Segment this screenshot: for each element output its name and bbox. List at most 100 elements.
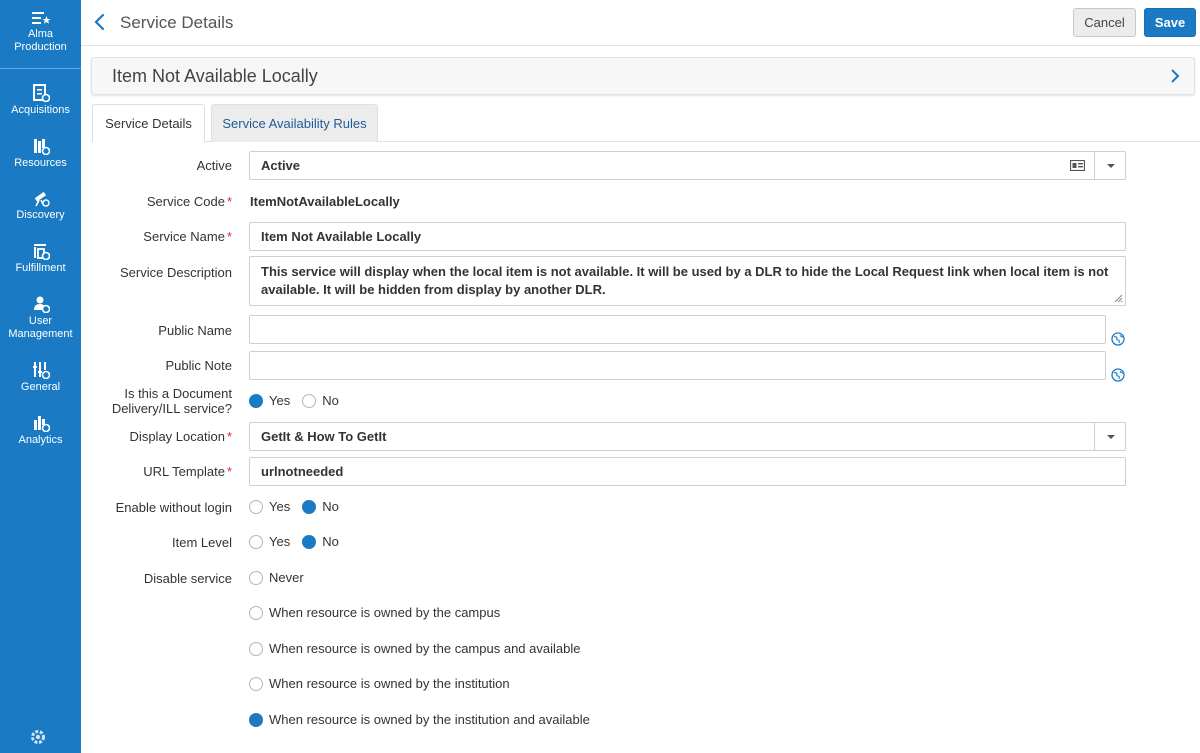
caret-down-icon[interactable]: [1107, 435, 1115, 439]
caret-down-icon[interactable]: [1107, 164, 1115, 168]
service-name-label: Service Name *: [143, 229, 232, 244]
sidebar-item-fulfillment[interactable]: Fulfillment: [0, 242, 81, 275]
tab-service-details[interactable]: Service Details: [92, 104, 205, 142]
radio-button-selected[interactable]: [249, 393, 263, 408]
sidebar-item-user-management[interactable]: User Management: [0, 295, 81, 341]
radio-label: When resource is owned by the institutio…: [269, 712, 590, 727]
public-name-input[interactable]: [249, 315, 1106, 344]
disable-service-campus-radio[interactable]: When resource is owned by the campus: [249, 605, 512, 620]
doc-delivery-yes-radio[interactable]: Yes: [249, 393, 290, 408]
general-icon: [32, 362, 50, 379]
service-description-label: Service Description: [120, 265, 232, 280]
radio-button[interactable]: [249, 534, 263, 549]
sidebar-item-label-1: User: [28, 315, 53, 327]
radio-option[interactable]: When resource is owned by the institutio…: [249, 712, 590, 727]
doc-delivery-label-line1: Is this a Document: [124, 386, 232, 401]
radio-button[interactable]: [302, 393, 317, 408]
fulfillment-icon: [33, 244, 50, 260]
globe-icon[interactable]: [1111, 332, 1125, 346]
sidebar-item-general[interactable]: General: [0, 361, 81, 394]
radio-option[interactable]: When resource is owned by the campus: [249, 605, 500, 620]
radio-label: When resource is owned by the institutio…: [269, 676, 510, 691]
sidebar-item-discovery[interactable]: Discovery: [0, 189, 81, 222]
display-location-label-text: Display Location: [129, 429, 225, 444]
display-location-select[interactable]: GetIt & How To GetIt: [249, 422, 1126, 451]
enable-without-login-radio-group: Yes No: [249, 499, 351, 514]
radio-button[interactable]: [249, 605, 263, 620]
page-title: Service Details: [120, 13, 234, 32]
record-banner[interactable]: Item Not Available Locally: [91, 57, 1195, 95]
radio-button[interactable]: [249, 570, 263, 585]
tab-service-availability-rules[interactable]: Service Availability Rules: [211, 104, 378, 142]
display-location-label: Display Location *: [130, 429, 232, 444]
resize-handle-icon[interactable]: [1113, 293, 1123, 303]
item-level-no-radio[interactable]: No: [302, 534, 339, 549]
enable-without-login-yes-radio[interactable]: Yes: [249, 499, 290, 514]
active-select[interactable]: Active: [249, 151, 1126, 180]
id-card-icon[interactable]: [1070, 160, 1085, 171]
radio-button-selected[interactable]: [302, 499, 317, 514]
chevron-right-icon[interactable]: [1170, 69, 1180, 83]
main-sidebar: Alma Production Acquisitions Resources D…: [0, 0, 81, 753]
required-asterisk: *: [226, 464, 232, 479]
settings-gear-icon[interactable]: [29, 728, 47, 746]
radio-label: No: [322, 534, 339, 549]
disable-service-label: Disable service: [143, 571, 232, 586]
url-template-label-text: URL Template: [143, 464, 225, 479]
active-label: Active: [196, 158, 232, 173]
radio-label: Yes: [269, 534, 291, 549]
radio-button-selected[interactable]: [249, 712, 263, 727]
sidebar-item-label: Resources: [14, 157, 67, 169]
disable-service-institution-available-radio[interactable]: When resource is owned by the institutio…: [249, 712, 602, 727]
radio-option[interactable]: When resource is owned by the campus and…: [249, 641, 580, 656]
required-asterisk: *: [226, 429, 232, 444]
display-location-value: GetIt & How To GetIt: [261, 429, 387, 444]
menu-star-icon: [31, 12, 50, 24]
url-template-input[interactable]: urlnotneeded: [249, 457, 1126, 486]
sidebar-item-label: General: [20, 381, 61, 393]
resources-icon: [33, 139, 50, 155]
service-name-label-text: Service Name: [143, 229, 225, 244]
acquisitions-icon: [32, 84, 50, 102]
sidebar-item-acquisitions[interactable]: Acquisitions: [0, 84, 81, 117]
radio-label: No: [322, 393, 339, 408]
service-code-value: ItemNotAvailableLocally: [250, 194, 400, 209]
save-button[interactable]: Save: [1144, 8, 1196, 37]
radio-button[interactable]: [249, 499, 263, 514]
required-asterisk: *: [226, 194, 232, 209]
radio-label: When resource is owned by the campus: [269, 605, 501, 620]
doc-delivery-label-line2: Delivery/ILL service?: [111, 401, 232, 416]
banner-title: Item Not Available Locally: [112, 66, 318, 86]
radio-label: When resource is owned by the campus and…: [269, 641, 581, 656]
service-code-label: Service Code *: [147, 194, 232, 209]
disable-service-institution-radio[interactable]: When resource is owned by the institutio…: [249, 676, 522, 691]
sidebar-item-label: Acquisitions: [11, 104, 70, 116]
radio-label: Yes: [269, 499, 291, 514]
radio-option[interactable]: Never: [249, 570, 304, 585]
radio-label: No: [322, 499, 339, 514]
sidebar-item-alma-production[interactable]: Alma Production: [0, 10, 81, 54]
globe-icon[interactable]: [1111, 368, 1125, 382]
radio-button-selected[interactable]: [302, 534, 317, 549]
select-divider: [1094, 423, 1095, 450]
doc-delivery-label: Is this a Document Delivery/ILL service?: [112, 386, 232, 416]
cancel-button[interactable]: Cancel: [1073, 8, 1136, 37]
radio-option[interactable]: When resource is owned by the institutio…: [249, 676, 510, 691]
service-description-textarea[interactable]: This service will display when the local…: [249, 256, 1126, 306]
item-level-yes-radio[interactable]: Yes: [249, 534, 290, 549]
required-asterisk: *: [226, 229, 232, 244]
doc-delivery-no-radio[interactable]: No: [302, 393, 339, 408]
public-note-input[interactable]: [249, 351, 1106, 380]
back-chevron-icon[interactable]: [93, 12, 107, 32]
radio-button[interactable]: [249, 641, 263, 656]
item-level-radio-group: Yes No: [249, 534, 351, 549]
enable-without-login-no-radio[interactable]: No: [302, 499, 339, 514]
disable-service-never-radio[interactable]: Never: [249, 570, 316, 585]
sidebar-item-resources[interactable]: Resources: [0, 137, 81, 170]
service-name-input[interactable]: Item Not Available Locally: [249, 222, 1126, 251]
sidebar-item-analytics[interactable]: Analytics: [0, 414, 81, 447]
analytics-icon: [33, 416, 50, 432]
disable-service-campus-available-radio[interactable]: When resource is owned by the campus and…: [249, 641, 592, 656]
discovery-icon: [34, 191, 50, 207]
radio-button[interactable]: [249, 676, 263, 691]
